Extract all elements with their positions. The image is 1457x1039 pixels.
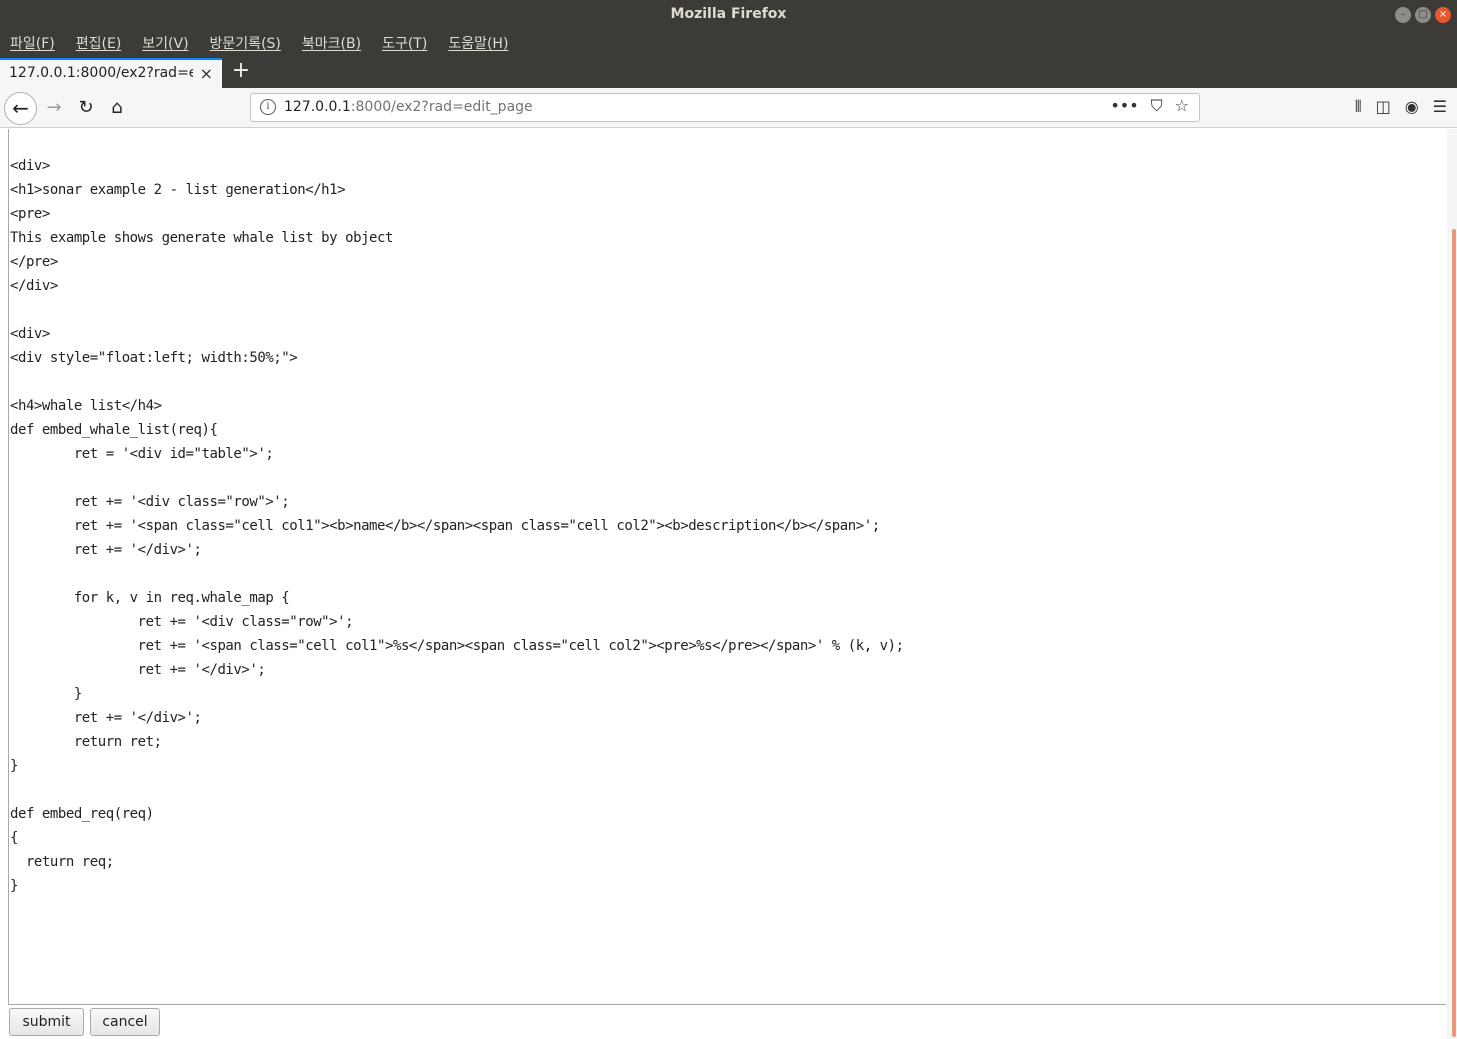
tab-strip: 127.0.0.1:8000/ex2?rad=edit_page × + — [0, 56, 1457, 88]
tab-close-icon[interactable]: × — [200, 64, 213, 83]
cancel-button[interactable]: cancel — [90, 1008, 160, 1036]
url-bar-actions: ••• ⛉ ☆ — [1110, 96, 1189, 116]
minimize-button[interactable]: – — [1395, 7, 1411, 23]
page-actions-icon[interactable]: ••• — [1110, 96, 1138, 116]
close-window-button[interactable]: × — [1435, 7, 1451, 23]
page-scrollbar[interactable] — [1447, 129, 1457, 1039]
url-host: 127.0.0.1 — [284, 99, 351, 115]
forward-button[interactable]: → — [40, 94, 68, 122]
account-icon[interactable]: ◉ — [1405, 97, 1419, 117]
submit-button[interactable]: submit — [9, 1008, 84, 1036]
sidebar-icon[interactable]: ◫ — [1376, 97, 1391, 117]
page-content: <div> <h1>sonar example 2 - list generat… — [0, 129, 1457, 1039]
toolbar-icons: ⫴ ◫ ◉ ☰ — [1355, 97, 1447, 117]
scrollbar-thumb[interactable] — [1452, 229, 1456, 1037]
reload-button[interactable]: ↻ — [72, 94, 100, 122]
new-tab-button[interactable]: + — [230, 58, 252, 84]
editor-text: <div> <h1>sonar example 2 - list generat… — [10, 158, 904, 894]
hamburger-menu-icon[interactable]: ☰ — [1433, 97, 1447, 117]
site-info-icon[interactable]: i — [260, 99, 276, 115]
menu-help[interactable]: 도움말(H) — [448, 33, 508, 53]
menu-file[interactable]: 파일(F) — [10, 33, 55, 53]
menu-view[interactable]: 보기(V) — [142, 33, 188, 53]
pocket-icon[interactable]: ⛉ — [1151, 96, 1163, 116]
edit-textarea[interactable]: <div> <h1>sonar example 2 - list generat… — [8, 129, 1446, 1005]
tab-label: 127.0.0.1:8000/ex2?rad=edit_page — [9, 65, 193, 81]
maximize-button[interactable]: □ — [1415, 7, 1431, 23]
bookmark-star-icon[interactable]: ☆ — [1175, 96, 1189, 116]
library-icon[interactable]: ⫴ — [1355, 97, 1362, 117]
url-path: :8000/ex2?rad=edit_page — [350, 99, 533, 115]
menu-edit[interactable]: 편집(E) — [76, 33, 122, 53]
navigation-toolbar: ← → ↻ ⌂ i 127.0.0.1:8000/ex2?rad=edit_pa… — [0, 88, 1457, 128]
menu-history[interactable]: 방문기록(S) — [210, 33, 281, 53]
window-titlebar: Mozilla Firefox – □ × — [0, 0, 1457, 30]
menu-bar: 파일(F) 편집(E) 보기(V) 방문기록(S) 북마크(B) 도구(T) 도… — [0, 30, 1457, 56]
back-button[interactable]: ← — [4, 92, 37, 125]
url-bar[interactable]: i 127.0.0.1:8000/ex2?rad=edit_page ••• ⛉… — [250, 93, 1200, 122]
window-controls: – □ × — [1395, 7, 1451, 23]
menu-bookmarks[interactable]: 북마크(B) — [302, 33, 361, 53]
menu-tools[interactable]: 도구(T) — [382, 33, 427, 53]
url-text[interactable]: 127.0.0.1:8000/ex2?rad=edit_page — [284, 99, 533, 115]
tab-active[interactable]: 127.0.0.1:8000/ex2?rad=edit_page × — [0, 58, 222, 88]
window-title: Mozilla Firefox — [670, 6, 787, 22]
home-button[interactable]: ⌂ — [103, 94, 131, 122]
